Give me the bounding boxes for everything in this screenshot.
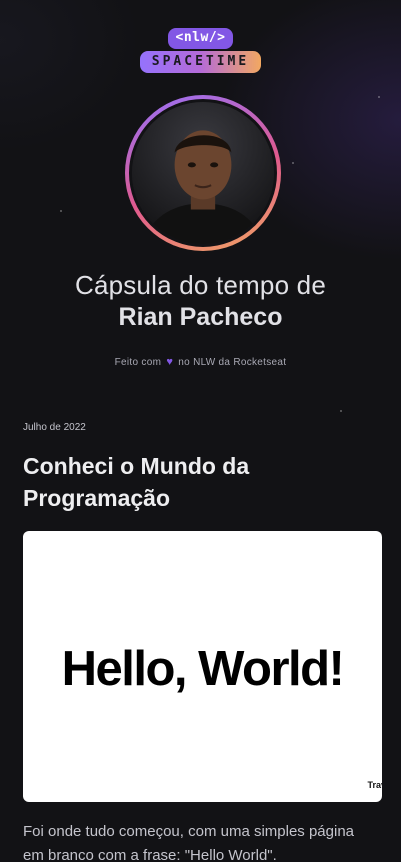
memory-image-watermark: Trav xyxy=(367,780,382,790)
credit-line: Feito com ♥ no NLW da Rocketseat xyxy=(0,356,401,368)
memory-title: Conheci o Mundo da Programação xyxy=(23,453,250,511)
avatar xyxy=(129,99,277,247)
logo-nlw-badge: <nlw/> xyxy=(167,28,234,49)
profile-avatar-ring xyxy=(125,95,281,251)
logo-spacetime-badge: SPACETIME xyxy=(139,51,262,73)
memory-image: Hello, World! Trav xyxy=(23,531,382,802)
memory-body: Foi onde tudo começou, com uma simples p… xyxy=(23,823,355,862)
star-decoration xyxy=(378,96,380,98)
user-name: Rian Pacheco xyxy=(118,303,283,331)
star-decoration xyxy=(292,162,294,164)
star-decoration xyxy=(60,210,62,212)
star-decoration xyxy=(340,410,342,412)
nlw-spacetime-logo[interactable]: <nlw/> SPACETIME xyxy=(0,28,401,73)
heart-icon: ♥ xyxy=(166,356,174,368)
memory-date: Julho de 2022 xyxy=(23,422,86,433)
capsule-title: Cápsula do tempo de xyxy=(75,270,326,300)
memories-page: <nlw/> SPACETIME Cápsula do tempo de Ria… xyxy=(0,0,401,862)
credit-before: Feito com xyxy=(114,357,162,368)
credit-after[interactable]: no NLW da Rocketseat xyxy=(178,357,286,368)
memory-image-text: Hello, World! xyxy=(61,642,345,696)
user-photo-icon xyxy=(132,102,274,244)
